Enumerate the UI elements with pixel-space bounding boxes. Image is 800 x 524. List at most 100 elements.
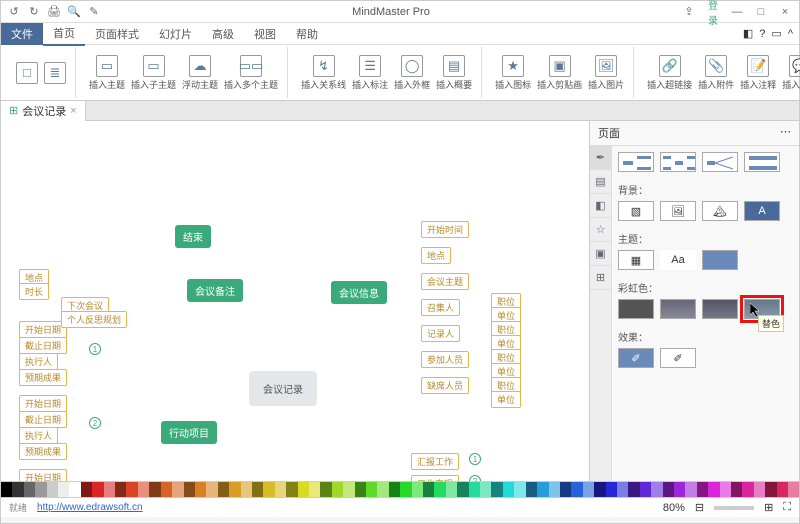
color-swatch[interactable] bbox=[195, 482, 206, 497]
tab-slideshow[interactable]: 幻灯片 bbox=[149, 23, 202, 45]
sidetab-icon-icon[interactable]: ☆ bbox=[590, 218, 611, 242]
ribbon-button[interactable]: ▭插入子主题 bbox=[128, 55, 179, 91]
color-swatch[interactable] bbox=[469, 482, 480, 497]
color-swatch[interactable] bbox=[24, 482, 35, 497]
ribbon-button[interactable]: 📎插入附件 bbox=[695, 55, 737, 91]
sidetab-task-icon[interactable]: ⊞ bbox=[590, 266, 611, 290]
canvas[interactable]: 会议记录 结束会议备注行动项目建议讨论会议信息会议日程开始日期截止日期执行人预期… bbox=[1, 121, 589, 481]
color-swatch[interactable] bbox=[389, 482, 400, 497]
color-swatch[interactable] bbox=[81, 482, 92, 497]
color-swatch[interactable] bbox=[343, 482, 354, 497]
ribbon-button[interactable]: ◯插入外框 bbox=[391, 55, 433, 91]
layout-option[interactable] bbox=[660, 152, 696, 172]
leaf-node[interactable]: 截止日期 bbox=[19, 337, 67, 354]
topic-node[interactable]: 行动项目 bbox=[161, 421, 217, 444]
panel-menu-icon[interactable]: ⋯ bbox=[780, 125, 791, 141]
ribbon-button[interactable]: 📝插入注释 bbox=[737, 55, 779, 91]
color-swatch[interactable] bbox=[58, 482, 69, 497]
color-swatch[interactable] bbox=[685, 482, 696, 497]
color-swatch[interactable] bbox=[149, 482, 160, 497]
leaf-node[interactable]: 个人反思规划 bbox=[61, 311, 127, 328]
color-swatch[interactable] bbox=[126, 482, 137, 497]
edit-icon[interactable]: ✎ bbox=[87, 5, 101, 19]
color-swatch[interactable] bbox=[286, 482, 297, 497]
leaf-node[interactable]: 开始时间 bbox=[421, 221, 469, 238]
color-swatch[interactable] bbox=[309, 482, 320, 497]
color-swatch[interactable] bbox=[663, 482, 674, 497]
help-icon[interactable]: ? bbox=[759, 28, 765, 40]
color-swatch[interactable] bbox=[252, 482, 263, 497]
sidetab-style-icon[interactable]: ✒ bbox=[590, 146, 611, 170]
color-swatch[interactable] bbox=[400, 482, 411, 497]
color-swatch[interactable] bbox=[138, 482, 149, 497]
undo-icon[interactable]: ↺ bbox=[7, 5, 21, 19]
bg-option[interactable]: ▧ bbox=[618, 201, 654, 221]
redo-icon[interactable]: ↻ bbox=[27, 5, 41, 19]
ribbon-button[interactable]: ★插入图标 bbox=[492, 55, 534, 91]
theme-font-option[interactable]: Aa bbox=[660, 250, 696, 270]
color-swatch[interactable] bbox=[526, 482, 537, 497]
effect-option[interactable]: ✐ bbox=[660, 348, 696, 368]
color-swatch[interactable] bbox=[777, 482, 788, 497]
color-swatch[interactable] bbox=[218, 482, 229, 497]
color-swatch[interactable] bbox=[720, 482, 731, 497]
topic-node[interactable]: 会议备注 bbox=[187, 279, 243, 302]
doc-close[interactable]: × bbox=[70, 105, 76, 117]
color-swatch[interactable] bbox=[549, 482, 560, 497]
color-swatch[interactable] bbox=[457, 482, 468, 497]
color-swatch[interactable] bbox=[1, 482, 12, 497]
rainbow-option[interactable] bbox=[660, 299, 696, 319]
ribbon-button[interactable]: 🔗插入超链接 bbox=[644, 55, 695, 91]
color-swatch[interactable] bbox=[537, 482, 548, 497]
login-link[interactable]: 登录 bbox=[705, 0, 721, 27]
leaf-node[interactable]: 单位 bbox=[491, 391, 521, 408]
color-swatch[interactable] bbox=[35, 482, 46, 497]
share-icon[interactable]: ⇪ bbox=[681, 5, 697, 18]
leaf-node[interactable]: 汇报工作 bbox=[411, 453, 459, 470]
sidetab-layout-icon[interactable]: ▤ bbox=[590, 170, 611, 194]
color-swatch[interactable] bbox=[332, 482, 343, 497]
bg-option[interactable]: 🖼 bbox=[660, 201, 696, 221]
root-node[interactable]: 会议记录 bbox=[249, 371, 317, 406]
color-swatch[interactable] bbox=[754, 482, 765, 497]
fit-icon[interactable]: ⛶ bbox=[783, 501, 791, 514]
leaf-node[interactable]: 开始日期 bbox=[19, 469, 67, 481]
color-swatch[interactable] bbox=[628, 482, 639, 497]
color-swatch[interactable] bbox=[184, 482, 195, 497]
leaf-node[interactable]: 会议主题 bbox=[421, 273, 469, 290]
color-swatch[interactable] bbox=[423, 482, 434, 497]
color-swatch[interactable] bbox=[674, 482, 685, 497]
ribbon-button[interactable]: ▭▭插入多个主题 bbox=[221, 55, 281, 91]
ribbon-button[interactable]: ☰插入标注 bbox=[349, 55, 391, 91]
rainbow-option[interactable] bbox=[702, 299, 738, 319]
ribbon-button[interactable]: 💬插入评论 bbox=[779, 55, 800, 91]
ribbon-button[interactable]: ≣ bbox=[41, 62, 69, 84]
tab-home[interactable]: 首页 bbox=[43, 22, 85, 46]
document-tab[interactable]: ⊞ 会议记录 × bbox=[1, 101, 86, 121]
search-icon[interactable]: 🔍 bbox=[67, 5, 81, 19]
color-swatch[interactable] bbox=[47, 482, 58, 497]
color-swatch[interactable] bbox=[640, 482, 651, 497]
panel-toggle-icon[interactable]: ◧ bbox=[743, 27, 753, 40]
leaf-node[interactable]: 召集人 bbox=[421, 299, 460, 316]
leaf-node[interactable]: 开始日期 bbox=[19, 321, 67, 338]
bg-option[interactable]: A bbox=[744, 201, 780, 221]
color-swatch[interactable] bbox=[104, 482, 115, 497]
ribbon-button[interactable]: ↯插入关系线 bbox=[298, 55, 349, 91]
tab-pagestyle[interactable]: 页面样式 bbox=[85, 23, 149, 45]
color-swatch[interactable] bbox=[651, 482, 662, 497]
color-swatch[interactable] bbox=[366, 482, 377, 497]
color-swatch[interactable] bbox=[617, 482, 628, 497]
color-swatch[interactable] bbox=[115, 482, 126, 497]
leaf-node[interactable]: 截止日期 bbox=[19, 411, 67, 428]
color-swatch[interactable] bbox=[263, 482, 274, 497]
color-swatch[interactable] bbox=[491, 482, 502, 497]
color-swatch[interactable] bbox=[172, 482, 183, 497]
layout-option[interactable] bbox=[618, 152, 654, 172]
color-swatch[interactable] bbox=[480, 482, 491, 497]
theme-option[interactable] bbox=[702, 250, 738, 270]
leaf-node[interactable]: 预期成果 bbox=[19, 443, 67, 460]
leaf-node[interactable]: 执行人 bbox=[19, 353, 58, 370]
minimize-button[interactable]: — bbox=[729, 6, 745, 18]
color-swatch[interactable] bbox=[298, 482, 309, 497]
